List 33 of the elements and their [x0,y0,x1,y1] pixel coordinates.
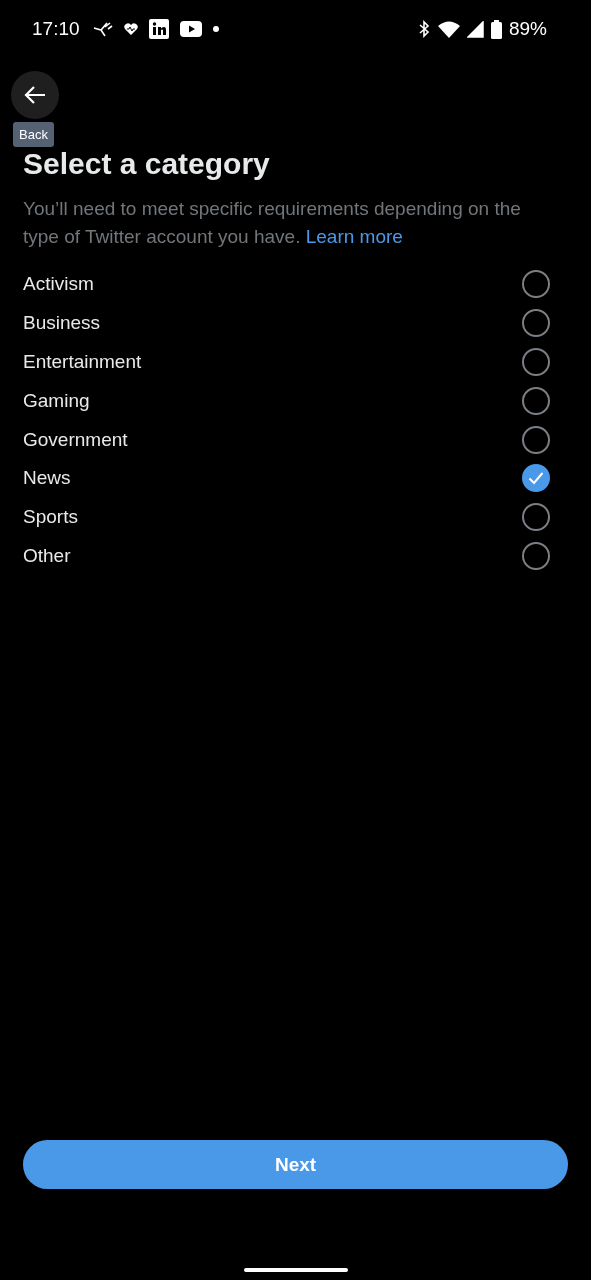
back-tooltip: Back [13,122,54,147]
category-label: Government [23,428,128,451]
status-time: 17:10 [32,18,80,40]
description: You’ll need to meet specific requirements depending on the type of Twitter account you have. Learn more [23,197,522,249]
category-label: Other [23,544,71,567]
category-label: News [23,467,71,490]
category-radio[interactable] [522,309,550,338]
page-title: Select a category [23,147,271,181]
checkmark-icon [528,471,544,486]
category-radio[interactable] [522,386,550,415]
category-radio[interactable] [522,503,550,532]
category-radio[interactable] [522,348,550,376]
category-radio[interactable] [522,270,550,299]
category-radio[interactable] [522,541,550,570]
back-button[interactable] [11,71,59,119]
signal-icon [466,20,484,38]
category-radio[interactable] [522,425,550,454]
battery-percentage: 89% [508,18,547,40]
category-label: Sports [23,506,78,529]
dot-icon [212,26,219,32]
wifi-icon [437,20,460,38]
category-label: Activism [23,273,94,296]
category-radio[interactable] [522,464,550,493]
back-arrow-icon [24,85,46,105]
video-play-icon [179,21,202,37]
category-label: Entertainment [23,351,142,373]
battery-icon [490,19,502,39]
bird-icon [92,21,113,37]
category-label: Gaming [23,389,90,412]
category-label: Business [23,312,101,335]
heart-icon [123,22,138,36]
linkedin-icon [148,19,169,39]
learn-more-link[interactable]: Learn more [305,226,403,247]
